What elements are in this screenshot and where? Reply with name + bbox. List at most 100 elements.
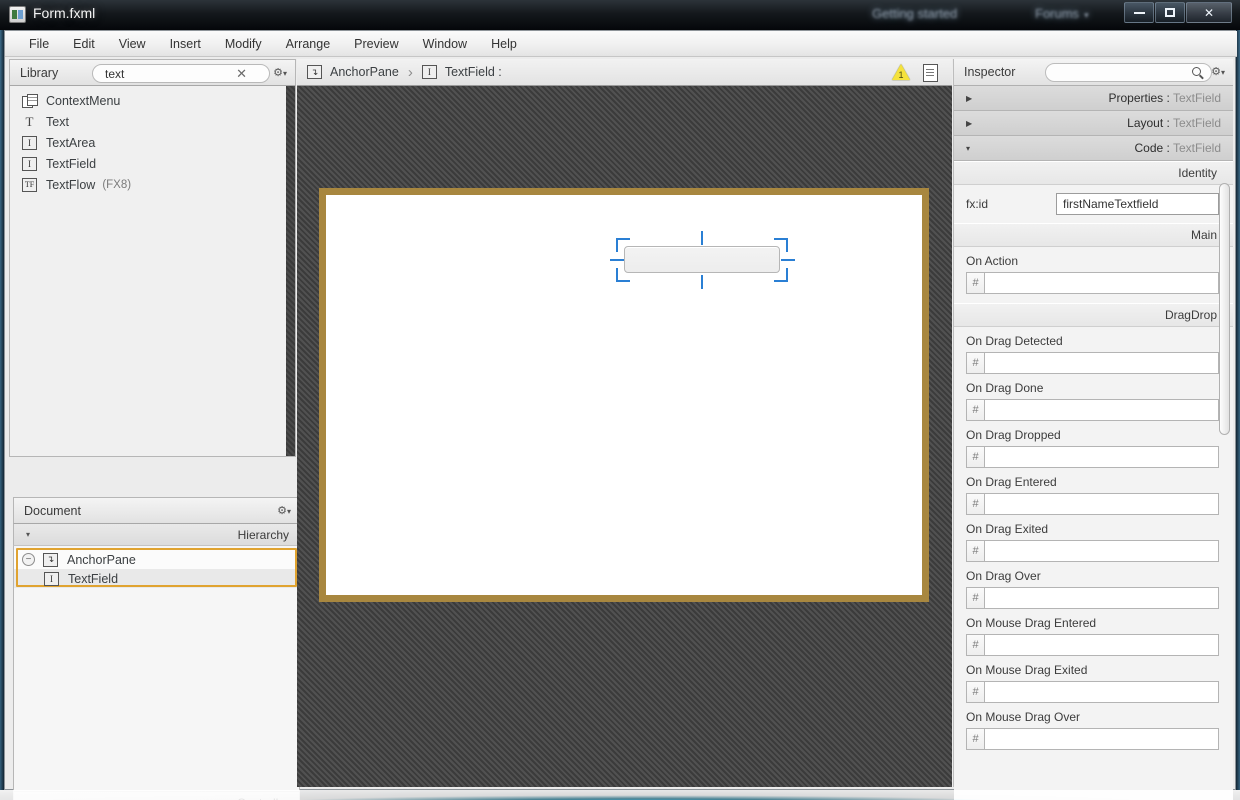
library-search-box[interactable]: ✕: [92, 64, 270, 83]
maximize-button[interactable]: [1155, 2, 1185, 23]
library-item-version: (FX8): [102, 178, 132, 191]
library-scroll-gutter[interactable]: [286, 86, 295, 456]
library-search-input[interactable]: [105, 66, 235, 81]
inspector-scrollbar-thumb[interactable]: [1219, 183, 1230, 435]
breadcrumb-item-anchorpane[interactable]: ↴ AnchorPane: [307, 65, 399, 79]
chevron-right-icon[interactable]: ▶: [966, 94, 972, 103]
menu-file[interactable]: File: [17, 34, 61, 54]
hash-prefix-icon: #: [966, 728, 985, 750]
tree-row-textfield[interactable]: I TextField: [14, 569, 299, 588]
library-item-label: TextField: [46, 156, 97, 171]
chevron-right-icon[interactable]: ▶: [966, 119, 972, 128]
handle-top-left-h[interactable]: [616, 238, 630, 240]
scene-builder-window: Form.fxml Getting started Forums ▾ ✕ File…: [0, 0, 1240, 800]
text-field-icon: I: [44, 571, 59, 586]
library-item-textarea[interactable]: I TextArea: [10, 132, 295, 153]
hash-prefix-icon: #: [966, 681, 985, 703]
menu-modify[interactable]: Modify: [213, 34, 274, 54]
hash-prefix-icon: #: [966, 352, 985, 374]
event-on-mouse-drag-exited: On Mouse Drag Exited #: [954, 656, 1233, 703]
document-preview-icon[interactable]: [923, 64, 938, 82]
event-on-drag-exited: On Drag Exited #: [954, 515, 1233, 562]
inspector-search-box[interactable]: [1045, 63, 1212, 82]
hash-prefix-icon: #: [966, 446, 985, 468]
event-on-action: On Action #: [954, 247, 1233, 294]
inspector-scrollbar[interactable]: [1219, 183, 1230, 800]
menu-help[interactable]: Help: [479, 34, 529, 54]
library-item-contextmenu[interactable]: ContextMenu: [10, 90, 295, 111]
event-input-on-drag-done[interactable]: [985, 399, 1219, 421]
breadcrumb-separator: ›: [407, 63, 413, 81]
breadcrumb-label: AnchorPane: [330, 65, 399, 79]
accordion-properties[interactable]: ▶ Properties : TextField: [954, 86, 1233, 111]
search-icon: [1192, 67, 1201, 76]
library-item-textflow[interactable]: TF TextFlow (FX8): [10, 174, 295, 195]
clear-search-icon[interactable]: ✕: [236, 67, 247, 81]
menu-insert[interactable]: Insert: [158, 34, 213, 54]
menu-window[interactable]: Window: [411, 34, 479, 54]
event-input-on-mouse-drag-entered[interactable]: [985, 634, 1219, 656]
handle-middle-left[interactable]: [610, 259, 624, 261]
event-label: On Drag Entered: [966, 475, 1057, 489]
hierarchy-label: Hierarchy: [237, 527, 289, 542]
chevron-down-icon[interactable]: ▾: [966, 144, 970, 153]
close-button[interactable]: ✕: [1186, 2, 1232, 23]
menu-view[interactable]: View: [107, 34, 158, 54]
event-input-on-drag-detected[interactable]: [985, 352, 1219, 374]
breadcrumb-item-textfield[interactable]: I TextField :: [421, 65, 502, 79]
handle-bottom-left-v[interactable]: [616, 268, 618, 282]
forums-link[interactable]: Forums ▾: [1035, 6, 1089, 21]
handle-top-center[interactable]: [701, 231, 703, 245]
design-canvas[interactable]: [297, 86, 952, 787]
handle-bottom-right-v[interactable]: [786, 268, 788, 282]
library-gear-icon[interactable]: ⚙▾: [273, 66, 287, 79]
handle-bottom-left-h[interactable]: [616, 280, 630, 282]
fxid-input[interactable]: [1056, 193, 1219, 215]
event-on-drag-entered: On Drag Entered #: [954, 468, 1233, 515]
menu-arrange[interactable]: Arrange: [274, 34, 342, 54]
handle-bottom-center[interactable]: [701, 275, 703, 289]
library-item-label: Text: [46, 114, 69, 129]
library-item-text[interactable]: T Text: [10, 111, 295, 132]
accordion-code[interactable]: ▾ Code : TextField: [954, 136, 1233, 161]
event-input-on-mouse-drag-exited[interactable]: [985, 681, 1219, 703]
document-gear-icon[interactable]: ⚙▾: [277, 504, 291, 517]
hash-prefix-icon: #: [966, 272, 985, 294]
getting-started-link[interactable]: Getting started: [872, 6, 957, 21]
event-input-on-mouse-drag-over[interactable]: [985, 728, 1219, 750]
app-icon: [9, 6, 26, 23]
tree-row-anchorpane[interactable]: − ↴ AnchorPane: [14, 550, 299, 569]
inspector-content: Identity fx:id Main On Action #: [954, 161, 1233, 800]
handle-middle-right[interactable]: [781, 259, 795, 261]
breadcrumb: ↴ AnchorPane › I TextField : 1: [297, 59, 952, 86]
accordion-layout[interactable]: ▶ Layout : TextField: [954, 111, 1233, 136]
event-input-on-drag-entered[interactable]: [985, 493, 1219, 515]
menu-edit[interactable]: Edit: [61, 34, 107, 54]
menu-preview[interactable]: Preview: [342, 34, 410, 54]
event-input-on-action[interactable]: [985, 272, 1219, 294]
event-label: On Drag Exited: [966, 522, 1049, 536]
stage-anchorpane[interactable]: [319, 188, 929, 602]
library-item-textfield[interactable]: I TextField: [10, 153, 295, 174]
handle-top-right-v[interactable]: [786, 238, 788, 252]
event-input-on-drag-dropped[interactable]: [985, 446, 1219, 468]
taskbar-glow: [0, 790, 1240, 800]
hierarchy-toggle-icon[interactable]: ▾: [26, 530, 30, 539]
fxid-row: fx:id: [954, 185, 1233, 223]
section-title: Identity: [1178, 166, 1217, 180]
document-panel: Document ⚙▾ ▾ Hierarchy − ↴ AnchorPane I…: [13, 497, 300, 800]
canvas-textfield[interactable]: [624, 246, 780, 273]
event-input-on-drag-over[interactable]: [985, 587, 1219, 609]
collapse-icon[interactable]: −: [22, 553, 35, 566]
event-input-on-drag-exited[interactable]: [985, 540, 1219, 562]
warning-count: 1: [898, 70, 904, 80]
hierarchy-bar[interactable]: ▾ Hierarchy: [13, 524, 300, 546]
window-edge-right: [1236, 30, 1240, 790]
tree-row-label: AnchorPane: [67, 552, 136, 567]
hash-prefix-icon: #: [966, 540, 985, 562]
tree-row-label: TextField: [68, 571, 119, 586]
inspector-gear-icon[interactable]: ⚙▾: [1211, 65, 1225, 78]
handle-top-left-v[interactable]: [616, 238, 618, 252]
context-menu-icon: [22, 93, 38, 108]
minimize-button[interactable]: [1124, 2, 1154, 23]
